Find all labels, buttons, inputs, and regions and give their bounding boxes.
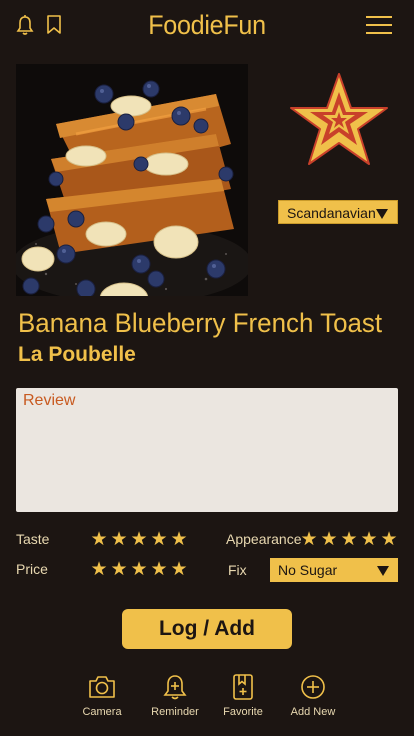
appearance-stars[interactable]: ★ ★ ★ ★ ★ — [300, 530, 398, 550]
review-input[interactable]: Review — [16, 388, 398, 512]
log-add-button[interactable]: Log / Add — [122, 609, 292, 649]
fix-dropdown[interactable]: No Sugar — [270, 558, 398, 582]
star-icon[interactable]: ★ — [150, 560, 168, 580]
cuisine-dropdown[interactable]: Scandanavian — [278, 200, 398, 224]
featured-star-icon — [289, 72, 389, 168]
star-icon[interactable]: ★ — [340, 530, 358, 550]
star-icon[interactable]: ★ — [130, 530, 148, 550]
price-label: Price — [16, 561, 48, 577]
star-icon[interactable]: ★ — [360, 530, 378, 550]
restaurant-name: La Poubelle — [18, 343, 136, 366]
star-icon[interactable]: ★ — [130, 560, 148, 580]
nav-label: Add New — [290, 706, 336, 718]
add-new-icon — [298, 672, 328, 702]
fix-value: No Sugar — [278, 562, 338, 578]
cuisine-value: Scandanavian — [287, 205, 376, 221]
nav-label: Camera — [82, 706, 122, 718]
star-icon[interactable]: ★ — [110, 560, 128, 580]
hamburger-menu-icon[interactable] — [365, 14, 393, 36]
dish-photo-illustration — [16, 64, 248, 296]
taste-stars[interactable]: ★ ★ ★ ★ ★ — [90, 530, 188, 550]
review-placeholder: Review — [23, 392, 76, 409]
dish-name: Banana Blueberry French Toast — [18, 308, 383, 338]
camera-icon — [87, 672, 117, 702]
reminder-bell-icon — [160, 672, 190, 702]
appearance-label: Appearance — [226, 531, 302, 547]
nav-item-reminder[interactable]: Reminder — [140, 672, 210, 718]
star-icon[interactable]: ★ — [90, 530, 108, 550]
star-icon[interactable]: ★ — [320, 530, 338, 550]
taste-label: Taste — [16, 531, 50, 547]
nav-label: Reminder — [151, 706, 199, 718]
dish-photo[interactable] — [16, 64, 248, 296]
nav-item-favorite[interactable]: Favorite — [208, 672, 278, 718]
star-icon[interactable]: ★ — [150, 530, 168, 550]
nav-label: Favorite — [223, 706, 263, 718]
nav-item-camera[interactable]: Camera — [67, 672, 137, 718]
caret-down-icon — [377, 563, 389, 579]
star-icon[interactable]: ★ — [170, 560, 188, 580]
star-icon[interactable]: ★ — [90, 560, 108, 580]
star-icon[interactable]: ★ — [170, 530, 188, 550]
caret-down-icon — [376, 206, 388, 222]
app: FoodieFun Scandanavian Banana Blueberry … — [0, 0, 414, 736]
star-icon[interactable]: ★ — [300, 530, 318, 550]
nav-item-add-new[interactable]: Add New — [278, 672, 348, 718]
bottom-nav: Camera Reminder Favorite Add New — [0, 672, 414, 728]
price-stars[interactable]: ★ ★ ★ ★ ★ — [90, 560, 188, 580]
favorite-icon — [228, 672, 258, 702]
app-title: FoodieFun — [148, 10, 266, 40]
star-icon[interactable]: ★ — [110, 530, 128, 550]
header: FoodieFun — [0, 0, 414, 52]
star-icon[interactable]: ★ — [380, 530, 398, 550]
fix-label: Fix — [228, 562, 247, 578]
